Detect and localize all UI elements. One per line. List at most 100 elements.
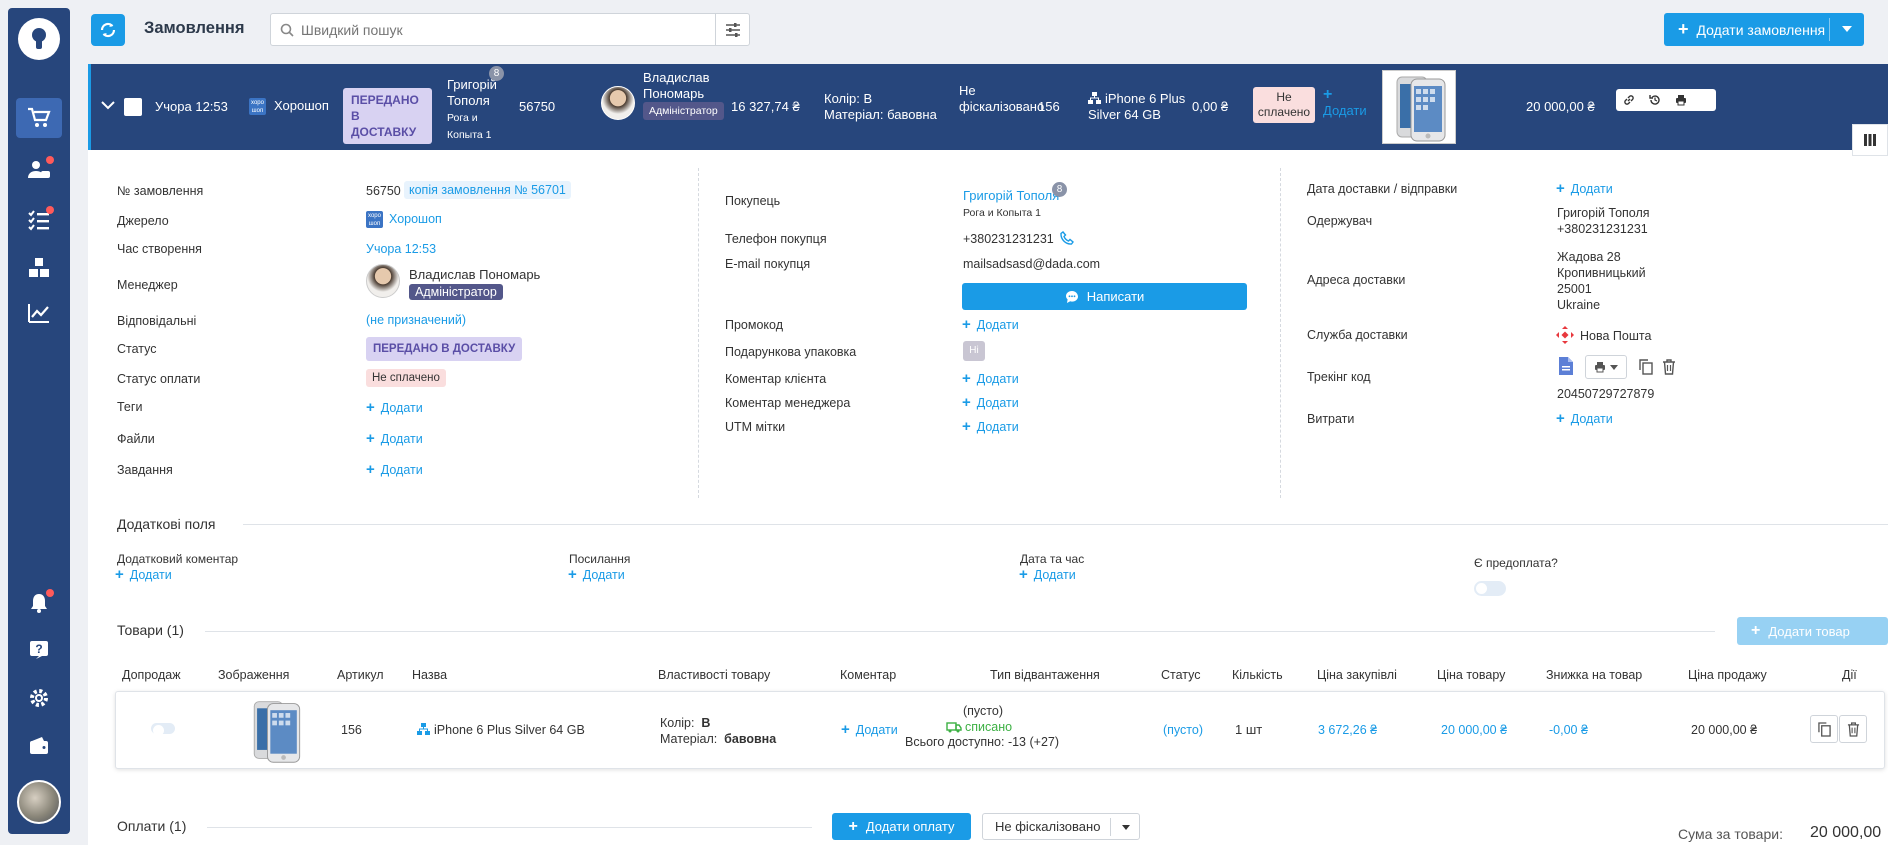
phone-label: Телефон покупця bbox=[725, 232, 827, 246]
tasks-add-link[interactable]: + Додати bbox=[366, 461, 423, 478]
topbar: Замовлення + Додати замовлення bbox=[78, 0, 1888, 58]
row-price[interactable]: 20 000,00 ₴ bbox=[1441, 723, 1507, 737]
sidebar-item-analytics[interactable] bbox=[16, 293, 62, 333]
dropdown-caret-icon[interactable] bbox=[1842, 26, 1852, 32]
plus-icon: + bbox=[1678, 19, 1689, 39]
search-input[interactable] bbox=[301, 22, 681, 38]
phone-icon[interactable] bbox=[1060, 231, 1074, 245]
link-button[interactable] bbox=[1616, 89, 1642, 111]
prepay-toggle[interactable] bbox=[1474, 581, 1506, 596]
upsell-toggle[interactable] bbox=[151, 723, 175, 736]
row-status[interactable]: (пусто) bbox=[1163, 723, 1203, 737]
email-value[interactable]: mailsadsasd@dada.com bbox=[963, 257, 1100, 271]
document-icon[interactable] bbox=[1558, 356, 1574, 376]
order-add-link[interactable]: + Додати bbox=[1323, 87, 1367, 119]
tracking-code[interactable]: 20450729727879 bbox=[1557, 387, 1654, 401]
order-row-header[interactable]: Учора 12:53 хоро шоп Хорошоп ПЕРЕДАНО В Д… bbox=[88, 64, 1888, 150]
refresh-button[interactable] bbox=[91, 14, 125, 46]
copy-icon[interactable] bbox=[1639, 359, 1653, 375]
utm-add-link[interactable]: + Додати bbox=[962, 418, 1019, 435]
col-upsell: Допродаж bbox=[122, 668, 181, 682]
write-message-button[interactable]: Написати bbox=[962, 283, 1247, 310]
tags-add-link[interactable]: + Додати bbox=[366, 399, 423, 416]
buyer-name[interactable]: Григорій Тополя bbox=[963, 188, 1059, 203]
row-delete-button[interactable] bbox=[1839, 715, 1867, 743]
order-copy-chip[interactable]: копія замовлення № 56701 bbox=[404, 181, 571, 199]
add-order-button[interactable]: + Додати замовлення bbox=[1664, 13, 1864, 46]
order-number-label: № замовлення bbox=[117, 184, 204, 198]
history-button[interactable] bbox=[1642, 89, 1668, 111]
analytics-chart-icon bbox=[28, 304, 49, 323]
sidebar-item-settings[interactable] bbox=[16, 678, 62, 718]
payment-status-chip[interactable]: Не сплачено bbox=[366, 369, 446, 387]
app-logo[interactable] bbox=[18, 18, 60, 60]
col-sale-price: Ціна продажу bbox=[1688, 668, 1767, 682]
sidebar-item-help[interactable]: ? bbox=[16, 630, 62, 670]
wallet-icon bbox=[30, 737, 48, 754]
created-value[interactable]: Учора 12:53 bbox=[366, 242, 436, 256]
extra-link-label: Посилання bbox=[569, 552, 631, 566]
status-chip[interactable]: ПЕРЕДАНО В ДОСТАВКУ bbox=[366, 337, 523, 361]
sidebar-item-orders[interactable] bbox=[16, 98, 62, 138]
order-sum: 20 000,00 ₴ bbox=[1526, 99, 1595, 114]
sidebar-item-notifications[interactable] bbox=[16, 583, 62, 623]
order-number: 56750 bbox=[519, 99, 556, 114]
fiscal-select[interactable]: Не фіскалізовано bbox=[982, 813, 1140, 840]
responsible-value[interactable]: (не призначений) bbox=[366, 313, 466, 327]
sidebar-item-warehouse[interactable] bbox=[16, 248, 62, 288]
order-customer[interactable]: Григорій Тополя Рога и Копыта 1 bbox=[447, 77, 507, 143]
files-add-link[interactable]: + Додати bbox=[366, 430, 423, 447]
trash-icon[interactable] bbox=[1662, 359, 1676, 375]
extra-link-add-link[interactable]: + Додати bbox=[568, 566, 625, 583]
phone-value[interactable]: +380231231231 bbox=[963, 231, 1074, 246]
row-copy-button[interactable] bbox=[1810, 715, 1838, 743]
prepay-label: Є предоплата? bbox=[1474, 556, 1558, 570]
row-purchase-price[interactable]: 3 672,26 ₴ bbox=[1318, 723, 1377, 737]
col-status: Статус bbox=[1161, 668, 1201, 682]
col-shipment-type: Тип відвантаження bbox=[990, 668, 1100, 682]
products-sum-value: 20 000,00 bbox=[1810, 824, 1882, 841]
delivery-date-add-link[interactable]: + Додати bbox=[1556, 180, 1613, 197]
horoshop-logo-icon: хоро шоп bbox=[366, 211, 383, 228]
sidebar-item-wallet[interactable] bbox=[16, 726, 62, 766]
client-comment-add-link[interactable]: + Додати bbox=[962, 370, 1019, 387]
utm-label: UTM мітки bbox=[725, 420, 786, 434]
order-select-checkbox[interactable] bbox=[124, 98, 142, 116]
source-value[interactable]: хоро шоп Хорошоп bbox=[366, 211, 442, 228]
svg-text:?: ? bbox=[35, 642, 42, 656]
products-sum-label: Сума за товари: bbox=[1678, 826, 1783, 842]
col-quantity: Кількість bbox=[1232, 668, 1283, 682]
extra-comment-add-link[interactable]: + Додати bbox=[115, 566, 172, 583]
columns-toggle-button[interactable] bbox=[1852, 124, 1888, 156]
payment-status-label: Статус оплати bbox=[117, 372, 201, 386]
caret-down-icon bbox=[1610, 364, 1618, 370]
manager-comment-add-link[interactable]: + Додати bbox=[962, 394, 1019, 411]
expenses-label: Витрати bbox=[1307, 412, 1355, 426]
row-comment-add-link[interactable]: + Додати bbox=[841, 721, 898, 738]
link-icon bbox=[1624, 95, 1634, 105]
extra-datetime-add-link[interactable]: + Додати bbox=[1019, 566, 1076, 583]
status-label: Статус bbox=[117, 342, 157, 356]
sidebar-item-customers[interactable] bbox=[16, 150, 62, 190]
search-filter-button[interactable] bbox=[715, 14, 749, 45]
add-payment-button[interactable]: + Додати оплату bbox=[832, 813, 971, 840]
print-button[interactable] bbox=[1668, 89, 1694, 111]
product-thumbnail bbox=[1382, 70, 1456, 144]
col-discount: Знижка на товар bbox=[1546, 668, 1643, 682]
gift-toggle[interactable]: Ні bbox=[963, 341, 985, 361]
print-label-dropdown[interactable] bbox=[1585, 355, 1627, 379]
promo-add-link[interactable]: + Додати bbox=[962, 316, 1019, 333]
expenses-add-link[interactable]: + Додати bbox=[1556, 410, 1613, 427]
row-quantity[interactable]: 1 шт bbox=[1235, 722, 1262, 737]
row-name[interactable]: iPhone 6 Plus Silver 64 GB bbox=[417, 723, 585, 737]
add-product-button[interactable]: + Додати товар bbox=[1737, 617, 1888, 645]
row-discount[interactable]: -0,00 ₴ bbox=[1549, 723, 1588, 737]
order-fiscal-status: Не фіскалізовано bbox=[959, 83, 1045, 114]
chevron-down-icon[interactable] bbox=[101, 101, 115, 111]
delivery-service-value: Нова Пошта bbox=[1556, 326, 1651, 344]
manager-comment-label: Коментар менеджера bbox=[725, 396, 851, 410]
address-label: Адреса доставки bbox=[1307, 273, 1406, 287]
sidebar-item-tasks[interactable] bbox=[16, 200, 62, 240]
sidebar: ? bbox=[8, 8, 70, 834]
user-avatar[interactable] bbox=[17, 780, 61, 824]
